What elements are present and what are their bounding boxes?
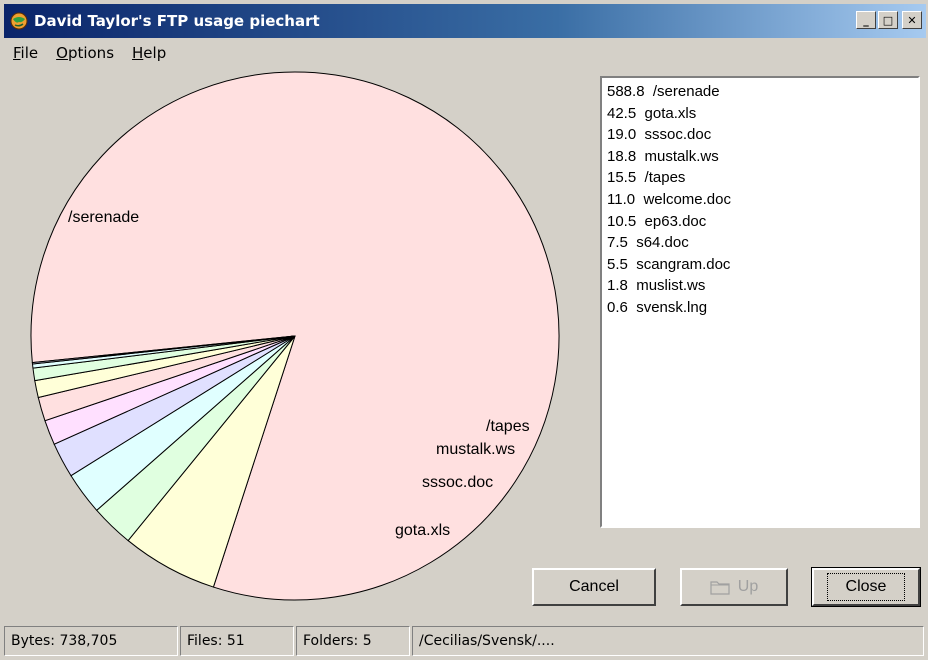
minimize-icon: _ [863, 13, 869, 27]
up-button[interactable]: Up [680, 568, 788, 606]
globe-icon [10, 12, 28, 30]
usage-list[interactable]: 588.8 /serenade 42.5 gota.xls 19.0 sssoc.d… [600, 76, 920, 528]
minimize-button[interactable]: _ [856, 11, 876, 29]
item-size: 1.8 [607, 277, 628, 295]
item-name: mustalk.ws [644, 147, 719, 165]
pie-chart-area: /serenade gota.xls sssoc.doc mustalk.ws/tap… [0, 70, 580, 610]
cancel-label: Cancel [569, 578, 619, 595]
menu-help[interactable]: Help [123, 44, 175, 62]
slice-label: /tapes [486, 418, 530, 435]
status-files: Files: 51 [180, 626, 294, 656]
list-item[interactable]: 5.5 scangram.doc [607, 254, 913, 276]
list-item[interactable]: 15.5 /tapes [607, 167, 913, 189]
slice-label: sssoc.doc [422, 474, 493, 491]
up-label: Up [737, 578, 759, 595]
list-item[interactable]: 19.0 sssoc.doc [607, 124, 913, 146]
close-label: Close [826, 573, 906, 601]
slice-label: /serenade [68, 209, 139, 226]
item-name: gota.xls [644, 104, 697, 122]
usage-pie-chart[interactable]: /serenade gota.xls sssoc.doc mustalk.ws/tap… [0, 70, 580, 610]
item-size: 5.5 [607, 255, 628, 273]
list-item[interactable]: 18.8 mustalk.ws [607, 146, 913, 168]
menu-bar: File Options Help [4, 42, 175, 64]
status-folders: Folders: 5 [296, 626, 410, 656]
item-name: scangram.doc [636, 255, 731, 273]
status-bytes: Bytes: 738,705 [4, 626, 178, 656]
item-name: sssoc.doc [644, 126, 712, 144]
list-item[interactable]: 1.8 muslist.ws [607, 275, 913, 297]
item-name: ep63.doc [644, 212, 707, 230]
title-bar[interactable]: David Taylor's FTP usage piechart _ □ ✕ [4, 4, 926, 38]
list-item[interactable]: 588.8 /serenade [607, 81, 913, 103]
close-icon: ✕ [907, 13, 917, 27]
list-item[interactable]: 11.0 welcome.doc [607, 189, 913, 211]
list-item[interactable]: 10.5 ep63.doc [607, 211, 913, 233]
close-button[interactable]: Close [811, 567, 921, 607]
close-window-button[interactable]: ✕ [902, 11, 922, 29]
folder-icon [710, 581, 730, 595]
item-size: 11.0 [607, 190, 636, 208]
maximize-button[interactable]: □ [878, 11, 898, 29]
app-window: David Taylor's FTP usage piechart _ □ ✕ … [0, 0, 928, 660]
list-item[interactable]: 0.6 svensk.lng [607, 297, 913, 319]
item-size: 19.0 [607, 126, 637, 144]
item-size: 7.5 [607, 234, 628, 252]
status-bar: Bytes: 738,705 Files: 51 Folders: 5 /Cec… [0, 626, 928, 656]
maximize-icon: □ [882, 13, 894, 27]
item-name: /serenade [652, 83, 720, 100]
slice-label: gota.xls [395, 522, 450, 539]
status-path: /Cecilias/Svensk/.... [412, 626, 924, 656]
item-name: muslist.ws [636, 277, 706, 295]
item-name: s64.doc [636, 234, 689, 252]
item-size: 0.6 [607, 298, 628, 316]
item-name: /tapes [644, 169, 686, 187]
slice-label: mustalk.ws [436, 441, 515, 458]
item-size: 42.5 [607, 104, 637, 122]
item-name: svensk.lng [636, 298, 708, 316]
item-name: welcome.doc [643, 190, 731, 208]
item-size: 588.8 [607, 83, 645, 100]
list-item[interactable]: 7.5 s64.doc [607, 232, 913, 254]
menu-options[interactable]: Options [47, 44, 123, 62]
window-title: David Taylor's FTP usage piechart [34, 12, 320, 30]
item-size: 15.5 [607, 169, 637, 187]
list-item[interactable]: 42.5 gota.xls [607, 103, 913, 125]
item-size: 18.8 [607, 147, 637, 165]
cancel-button[interactable]: Cancel [532, 568, 656, 606]
menu-file[interactable]: File [4, 44, 47, 62]
item-size: 10.5 [607, 212, 637, 230]
